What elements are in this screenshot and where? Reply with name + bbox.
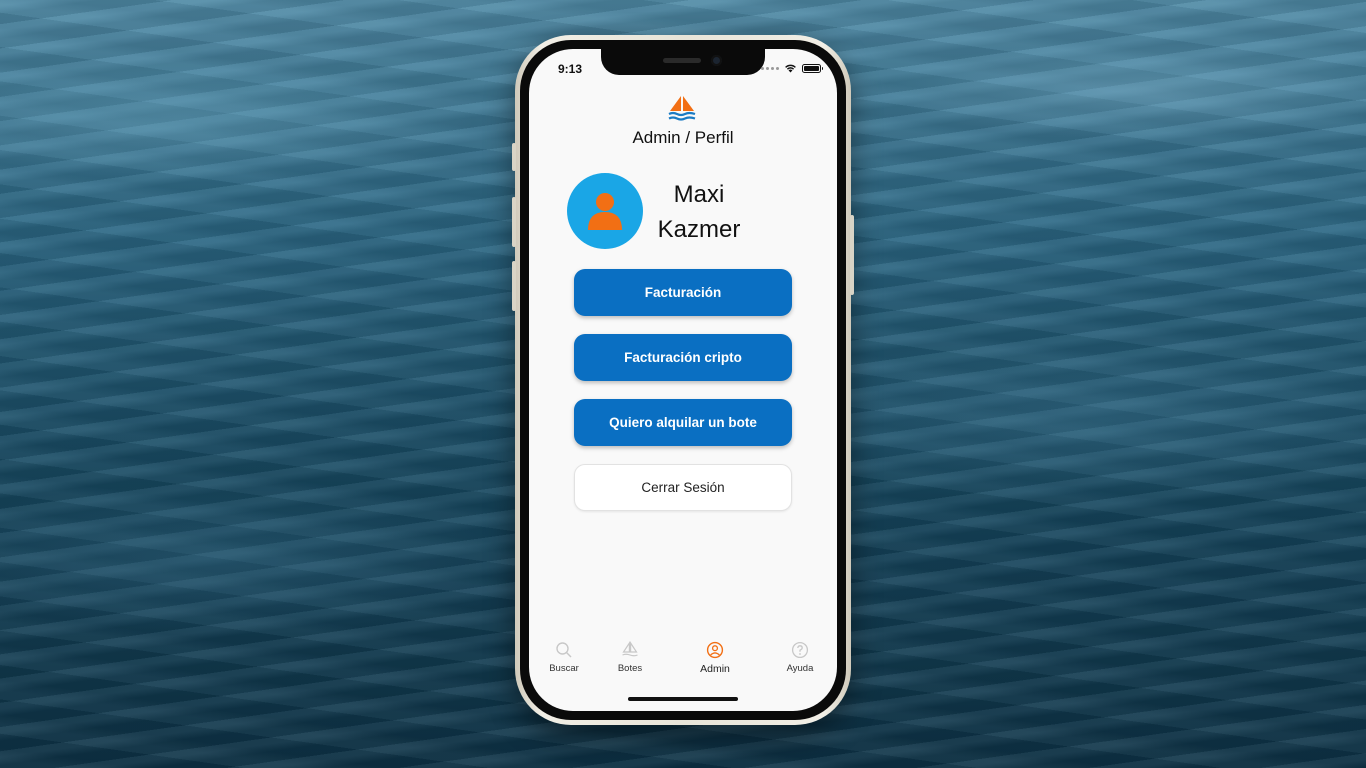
- page-title: Admin / Perfil: [632, 128, 734, 147]
- bottom-tab-bar: Buscar Botes Admin Ayuda: [529, 641, 837, 681]
- tab-admin[interactable]: Admin: [680, 641, 750, 675]
- user-silhouette-icon: [588, 193, 622, 230]
- user-icon: [706, 641, 724, 659]
- avatar: [567, 173, 643, 249]
- tab-label: Botes: [617, 663, 643, 674]
- boat-icon: [622, 641, 638, 657]
- logout-button[interactable]: Cerrar Sesión: [574, 464, 792, 511]
- tab-label: Ayuda: [786, 663, 814, 674]
- phone-mockup: 9:13 Admin / Perfil Maxi Kazmer Facturac…: [512, 35, 854, 725]
- phone-volume-down: [512, 261, 516, 311]
- tab-ayuda[interactable]: Ayuda: [765, 641, 835, 674]
- user-first-name: Maxi: [673, 181, 725, 208]
- search-icon: [556, 642, 572, 658]
- app-screen: 9:13 Admin / Perfil Maxi Kazmer Facturac…: [529, 49, 837, 711]
- tab-label: Admin: [700, 663, 730, 675]
- rent-boat-button[interactable]: Quiero alquilar un bote: [574, 399, 792, 446]
- user-name: Maxi Kazmer: [647, 177, 751, 247]
- tab-label: Buscar: [549, 663, 579, 674]
- tab-botes[interactable]: Botes: [595, 641, 665, 674]
- crypto-billing-button[interactable]: Facturación cripto: [574, 334, 792, 381]
- billing-button[interactable]: Facturación: [574, 269, 792, 316]
- help-icon: [791, 641, 809, 659]
- user-last-name: Kazmer: [657, 216, 741, 243]
- status-time: 9:13: [558, 62, 583, 76]
- wifi-icon: [785, 64, 796, 73]
- phone-mute-switch: [512, 143, 516, 171]
- battery-icon: [802, 63, 823, 73]
- status-icons: [761, 63, 823, 73]
- sailboat-logo-icon: [668, 96, 696, 121]
- speaker-grille: [663, 58, 701, 63]
- signal-icon: [761, 66, 779, 70]
- phone-notch: [601, 49, 765, 75]
- phone-power-button: [850, 215, 854, 295]
- front-camera: [711, 55, 722, 66]
- home-indicator[interactable]: [628, 697, 738, 701]
- phone-volume-up: [512, 197, 516, 247]
- tab-buscar[interactable]: Buscar: [529, 641, 599, 674]
